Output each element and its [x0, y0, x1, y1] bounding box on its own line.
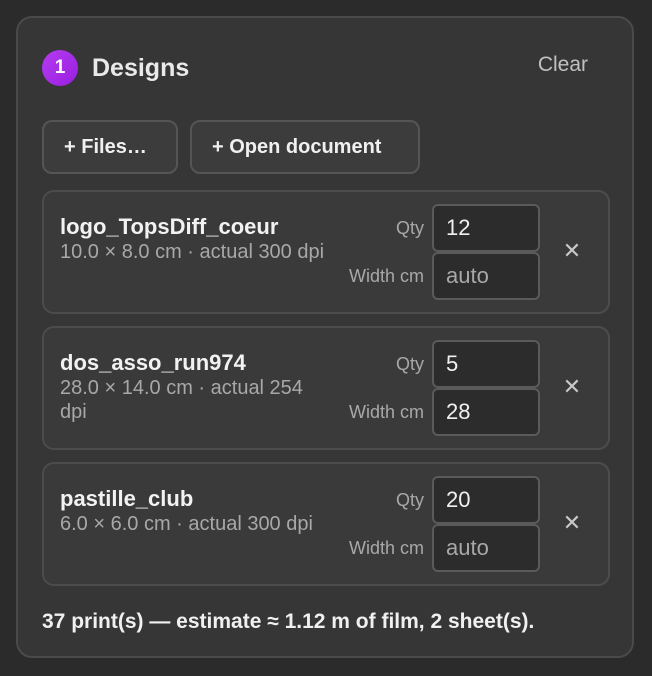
width-label: Width cm: [348, 266, 424, 286]
remove-design-icon[interactable]: ✕: [558, 508, 586, 538]
remove-design-icon[interactable]: ✕: [558, 236, 586, 266]
qty-input[interactable]: [432, 204, 540, 252]
step-number-badge: 1: [42, 50, 78, 86]
designs-panel: 1 Designs Clear + Files… + Open document…: [16, 16, 634, 658]
design-item: dos_asso_run974 28.0 × 14.0 cm · actual …: [42, 326, 610, 450]
remove-design-icon[interactable]: ✕: [558, 372, 586, 402]
design-name: pastille_club: [60, 486, 194, 511]
design-name: logo_TopsDiff_coeur: [60, 214, 279, 239]
qty-input[interactable]: [432, 340, 540, 388]
width-input[interactable]: [432, 388, 540, 436]
qty-label: Qty: [395, 490, 424, 510]
design-name: dos_asso_run974: [60, 350, 246, 375]
design-item: logo_TopsDiff_coeur 10.0 × 8.0 cm · actu…: [42, 190, 610, 314]
panel-title: Designs: [92, 54, 190, 82]
open-document-button[interactable]: + Open document: [190, 120, 420, 174]
clear-button[interactable]: Clear: [538, 50, 588, 80]
width-input[interactable]: [432, 524, 540, 572]
qty-label: Qty: [395, 218, 424, 238]
design-meta: 6.0 × 6.0 cm · actual 300 dpi: [60, 513, 313, 535]
width-label: Width cm: [348, 402, 424, 422]
add-files-button[interactable]: + Files…: [42, 120, 178, 174]
qty-input[interactable]: [432, 476, 540, 524]
width-input[interactable]: [432, 252, 540, 300]
print-summary: 37 print(s) — estimate ≈ 1.12 m of film,…: [42, 610, 535, 633]
design-meta: 10.0 × 8.0 cm · actual 300 dpi: [60, 241, 325, 263]
design-item: pastille_club 6.0 × 6.0 cm · actual 300 …: [42, 462, 610, 586]
design-meta: 28.0 × 14.0 cm · actual 254 dpi: [60, 377, 303, 423]
qty-label: Qty: [395, 354, 424, 374]
panel-header: 1 Designs Clear: [42, 50, 608, 86]
width-label: Width cm: [348, 538, 424, 558]
